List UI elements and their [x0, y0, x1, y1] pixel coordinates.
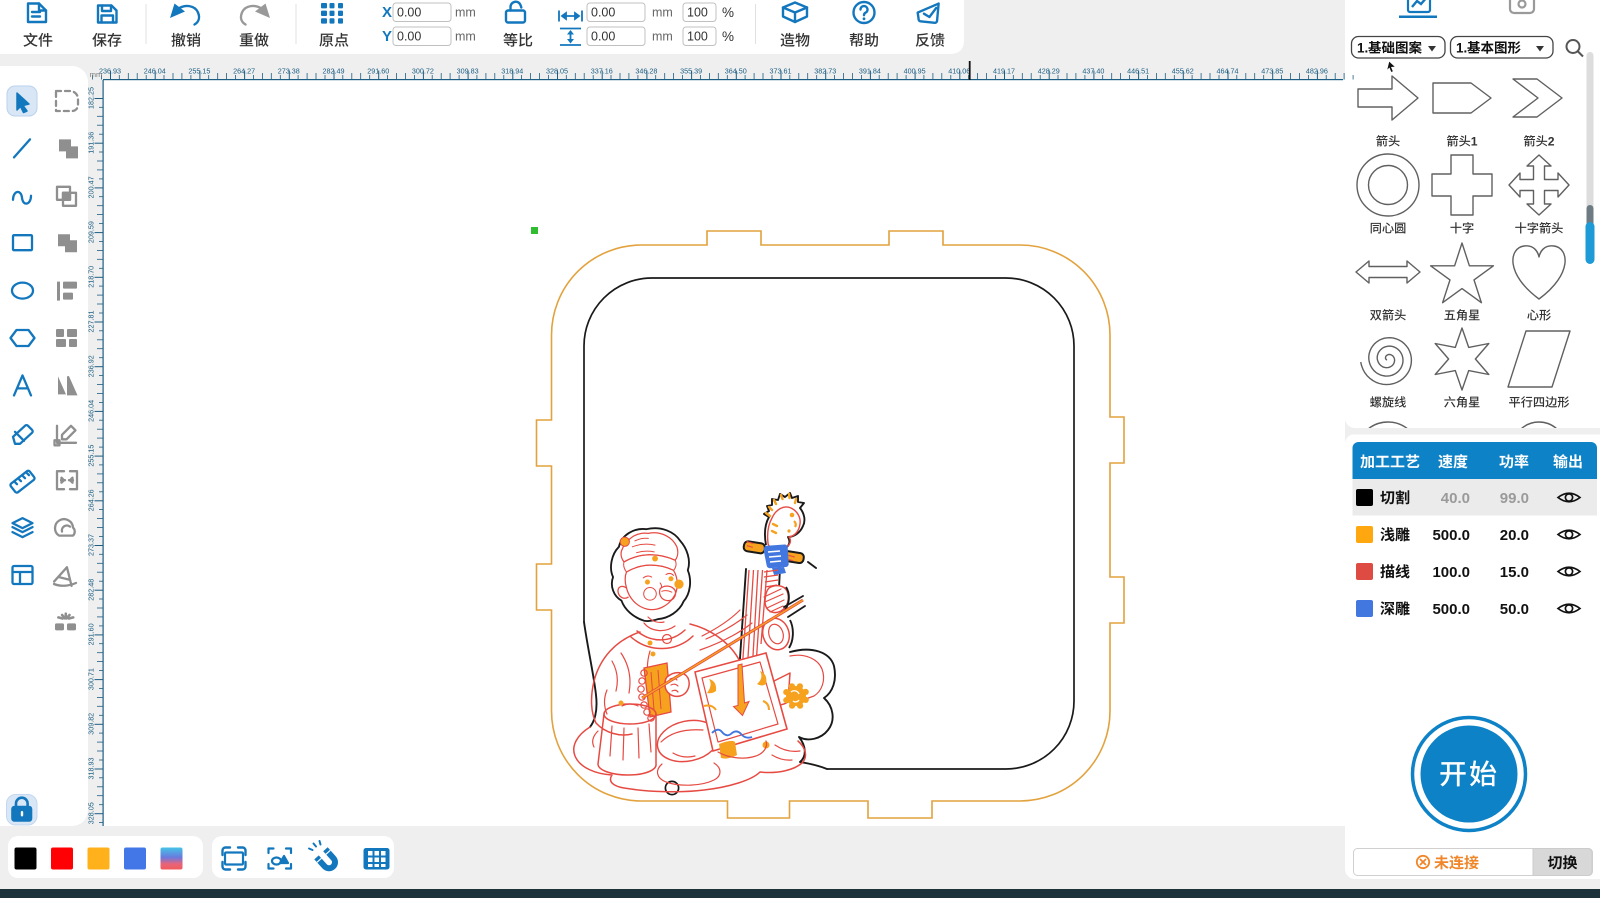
svg-text:218.70: 218.70: [87, 266, 96, 288]
svg-text:318.93: 318.93: [87, 758, 96, 780]
svg-text:300.72: 300.72: [412, 67, 434, 76]
svg-text:0.00: 0.00: [397, 6, 421, 20]
svg-text:291.60: 291.60: [87, 623, 96, 645]
svg-text:264.27: 264.27: [233, 67, 255, 76]
svg-text:236.93: 236.93: [99, 67, 121, 76]
svg-text:100: 100: [687, 6, 708, 20]
svg-text:355.39: 355.39: [680, 67, 702, 76]
svg-text:0.00: 0.00: [397, 30, 421, 44]
svg-text:364.50: 364.50: [725, 67, 747, 76]
svg-text:400.95: 400.95: [904, 67, 926, 76]
svg-text:mm: mm: [652, 6, 673, 20]
svg-text:373.61: 373.61: [770, 67, 792, 76]
svg-text:1.: 1.: [1456, 41, 1467, 56]
svg-text:328.05: 328.05: [546, 67, 568, 76]
svg-text:318.94: 318.94: [501, 67, 523, 76]
svg-text:273.38: 273.38: [278, 67, 300, 76]
svg-text:382.73: 382.73: [814, 67, 836, 76]
svg-text:464.74: 464.74: [1217, 67, 1239, 76]
svg-text:%: %: [722, 29, 734, 44]
svg-text:273.37: 273.37: [87, 534, 96, 556]
svg-text:0.00: 0.00: [591, 30, 615, 44]
svg-text:346.28: 346.28: [635, 67, 657, 76]
svg-text:337.16: 337.16: [591, 67, 613, 76]
svg-text:282.49: 282.49: [323, 67, 345, 76]
svg-text:446.51: 446.51: [1127, 67, 1149, 76]
svg-text:282.48: 282.48: [87, 579, 96, 601]
svg-text:1.: 1.: [1357, 41, 1368, 56]
svg-text:264.26: 264.26: [87, 489, 96, 511]
svg-text:0.00: 0.00: [591, 6, 615, 20]
svg-text:%: %: [722, 5, 734, 20]
svg-text:500.0: 500.0: [1432, 601, 1470, 618]
svg-text:255.15: 255.15: [87, 445, 96, 467]
svg-text:437.40: 437.40: [1082, 67, 1104, 76]
svg-text:410.06: 410.06: [948, 67, 970, 76]
svg-text:419.17: 419.17: [993, 67, 1015, 76]
svg-text:391.84: 391.84: [859, 67, 881, 76]
svg-text:200.47: 200.47: [87, 176, 96, 198]
svg-text:20.0: 20.0: [1500, 527, 1529, 544]
svg-text:209.59: 209.59: [87, 221, 96, 243]
svg-text:Y: Y: [382, 28, 392, 45]
svg-text:328.05: 328.05: [87, 802, 96, 824]
svg-text:15.0: 15.0: [1500, 564, 1529, 581]
svg-text:2: 2: [1548, 135, 1555, 149]
svg-text:482.96: 482.96: [1306, 67, 1328, 76]
svg-text:1: 1: [1471, 135, 1478, 149]
svg-text:291.60: 291.60: [367, 67, 389, 76]
svg-text:428.29: 428.29: [1038, 67, 1060, 76]
svg-text:309.82: 309.82: [87, 713, 96, 735]
svg-text:X: X: [382, 4, 392, 21]
svg-text:246.04: 246.04: [87, 400, 96, 422]
svg-text:182.25: 182.25: [87, 87, 96, 109]
svg-text:309.83: 309.83: [457, 67, 479, 76]
svg-text:mm: mm: [652, 30, 673, 44]
svg-text:473.85: 473.85: [1261, 67, 1283, 76]
svg-text:100.0: 100.0: [1432, 564, 1470, 581]
svg-text:191.36: 191.36: [87, 132, 96, 154]
svg-text:236.92: 236.92: [87, 355, 96, 377]
svg-text:mm: mm: [455, 30, 476, 44]
svg-text:100: 100: [687, 30, 708, 44]
svg-text:mm: mm: [455, 6, 476, 20]
svg-text:455.62: 455.62: [1172, 67, 1194, 76]
svg-text:500.0: 500.0: [1432, 527, 1470, 544]
svg-text:255.15: 255.15: [188, 67, 210, 76]
svg-text:50.0: 50.0: [1500, 601, 1529, 618]
svg-text:40.0: 40.0: [1441, 490, 1470, 507]
svg-text:300.71: 300.71: [87, 668, 96, 690]
svg-text:99.0: 99.0: [1500, 490, 1529, 507]
svg-text:mm: mm: [90, 70, 103, 79]
svg-text:246.04: 246.04: [144, 67, 166, 76]
svg-text:227.81: 227.81: [87, 311, 96, 333]
